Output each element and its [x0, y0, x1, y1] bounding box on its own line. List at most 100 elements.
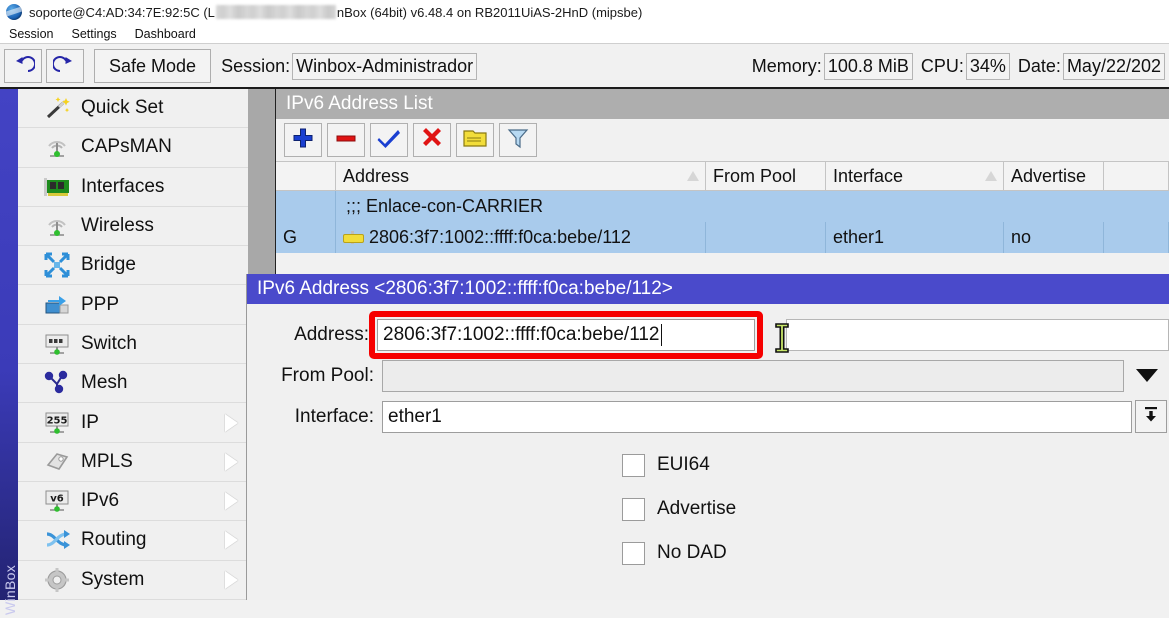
address-input-value: 2806:3f7:1002::ffff:f0ca:bebe/112 [383, 324, 659, 346]
date-value: May/22/202 [1063, 53, 1165, 80]
remove-button[interactable] [327, 123, 365, 157]
session-value[interactable]: Winbox-Administrador [292, 53, 477, 80]
address-input[interactable]: 2806:3f7:1002::ffff:f0ca:bebe/112 [377, 319, 755, 351]
advertise-checkbox[interactable] [622, 498, 645, 521]
chevron-right-icon [225, 571, 238, 589]
address-pin-icon [343, 231, 362, 244]
comment-flag-cell [276, 191, 336, 222]
redo-button[interactable] [46, 49, 84, 83]
sidebar-item-quick-set[interactable]: Quick Set [18, 89, 248, 128]
address-overflow-field[interactable] [786, 319, 1169, 351]
sort-triangle-icon [687, 171, 699, 181]
column-advertise[interactable]: Advertise [1004, 162, 1104, 191]
sidebar-item-switch[interactable]: Switch [18, 325, 248, 364]
no-dad-row: No DAD [247, 531, 1169, 575]
address-label: Address: [247, 324, 377, 346]
sidebar-item-interfaces[interactable]: Interfaces [18, 168, 248, 207]
address-field-wrapper: 2806:3f7:1002::ffff:f0ca:bebe/112 [377, 319, 755, 351]
sidebar-menu: Quick Set CAPsMAN Interfaces [18, 89, 248, 600]
interface-label: Interface: [247, 406, 382, 428]
column-address[interactable]: Address [336, 162, 706, 191]
column-extra[interactable] [1104, 162, 1169, 191]
ip-255-icon: 255 [40, 410, 74, 436]
cpu-label: CPU: [913, 56, 966, 77]
safe-mode-button[interactable]: Safe Mode [94, 49, 211, 83]
filter-button[interactable] [499, 123, 537, 157]
switch-icon [40, 331, 74, 357]
cell-advertise: no [1004, 222, 1104, 253]
memory-label: Memory: [744, 56, 824, 77]
ipv6-address-list-titlebar[interactable]: IPv6 Address List [276, 89, 1169, 119]
chevron-right-icon [225, 531, 238, 549]
menu-item-session[interactable]: Session [0, 26, 62, 42]
table-header-row: Address From Pool Interface Advertise [276, 161, 1169, 191]
sidebar-item-ip[interactable]: 255 IP [18, 403, 248, 442]
eui64-checkbox[interactable] [622, 454, 645, 477]
sidebar-item-ppp[interactable]: PPP [18, 285, 248, 324]
interface-value: ether1 [388, 406, 442, 428]
eui64-label: EUI64 [657, 454, 710, 476]
mpls-tag-icon [40, 449, 74, 475]
enable-button[interactable] [370, 123, 408, 157]
chevron-down-icon[interactable] [1136, 369, 1158, 382]
antenna-icon [40, 134, 74, 160]
sidebar-item-system[interactable]: System [18, 561, 248, 600]
session-label: Session: [221, 56, 292, 77]
dialog-titlebar[interactable]: IPv6 Address <2806:3f7:1002::ffff:f0ca:b… [247, 274, 1169, 304]
funnel-icon [507, 127, 529, 154]
text-ibeam-cursor [772, 322, 792, 359]
from-pool-row: From Pool: [247, 357, 1169, 394]
ipv6-address-list-window: IPv6 Address List [276, 89, 1169, 274]
bridge-arrows-icon [40, 251, 74, 279]
sidebar-item-mpls[interactable]: MPLS [18, 443, 248, 482]
column-from-pool[interactable]: From Pool [706, 162, 826, 191]
cell-extra [1104, 222, 1169, 253]
window-titlebar: soporte@C4:AD:34:7E:92:5C (LnBox (64bit)… [0, 0, 1169, 24]
sidebar-item-routing[interactable]: Routing [18, 521, 248, 560]
advertise-label: Advertise [657, 498, 736, 520]
sidebar-item-capsman[interactable]: CAPsMAN [18, 128, 248, 167]
no-dad-checkbox[interactable] [622, 542, 645, 565]
table-row[interactable]: G 2806:3f7:1002::ffff:f0ca:bebe/112 ethe… [276, 222, 1169, 253]
sidebar-item-ipv6[interactable]: v6 IPv6 [18, 482, 248, 521]
table-comment-row[interactable]: ;;; Enlace-con-CARRIER [276, 191, 1169, 222]
interface-dropdown-button[interactable] [1135, 400, 1167, 433]
date-label: Date: [1010, 56, 1063, 77]
no-dad-label: No DAD [657, 542, 727, 564]
sidebar-item-label: Bridge [74, 254, 136, 276]
antenna-icon [40, 213, 74, 239]
menu-item-dashboard[interactable]: Dashboard [126, 26, 205, 42]
comment-button[interactable] [456, 123, 494, 157]
column-interface[interactable]: Interface [826, 162, 1004, 191]
sidebar-item-label: Interfaces [74, 176, 164, 198]
column-flags[interactable] [276, 162, 336, 191]
sidebar-item-label: Quick Set [74, 97, 163, 119]
menu-item-settings[interactable]: Settings [62, 26, 125, 42]
minus-icon [335, 127, 357, 154]
sidebar-item-wireless[interactable]: Wireless [18, 207, 248, 246]
advertise-row: Advertise [247, 487, 1169, 531]
sidebar-item-mesh[interactable]: Mesh [18, 364, 248, 403]
from-pool-input[interactable] [382, 360, 1124, 392]
sort-triangle-icon [985, 171, 997, 181]
chevron-right-icon [225, 414, 238, 432]
address-row: Address: 2806:3f7:1002::ffff:f0ca:bebe/1… [247, 316, 1169, 353]
cell-from-pool [706, 222, 826, 253]
sidebar-item-label: Switch [74, 333, 137, 355]
toolbar-status-group: Memory: 100.8 MiB CPU: 34% Date: May/22/… [744, 53, 1165, 80]
cross-icon [421, 127, 443, 154]
ipv6-icon: v6 [40, 488, 74, 514]
undo-button[interactable] [4, 49, 42, 83]
arrow-down-bar-icon [1141, 404, 1161, 429]
interface-input[interactable]: ether1 [382, 401, 1132, 433]
window-title-suffix: nBox (64bit) v6.48.4 on RB2011UiAS-2HnD … [337, 5, 642, 20]
cpu-value: 34% [966, 53, 1010, 80]
add-button[interactable] [284, 123, 322, 157]
disable-button[interactable] [413, 123, 451, 157]
dialog-title-text: IPv6 Address <2806:3f7:1002::ffff:f0ca:b… [257, 278, 673, 300]
routing-arrows-icon [40, 527, 74, 553]
sidebar-item-bridge[interactable]: Bridge [18, 246, 248, 285]
sidebar-item-label: IPv6 [74, 490, 119, 512]
cell-address-text: 2806:3f7:1002::ffff:f0ca:bebe/112 [369, 227, 631, 248]
main-toolbar: Safe Mode Session: Winbox-Administrador … [0, 45, 1169, 89]
